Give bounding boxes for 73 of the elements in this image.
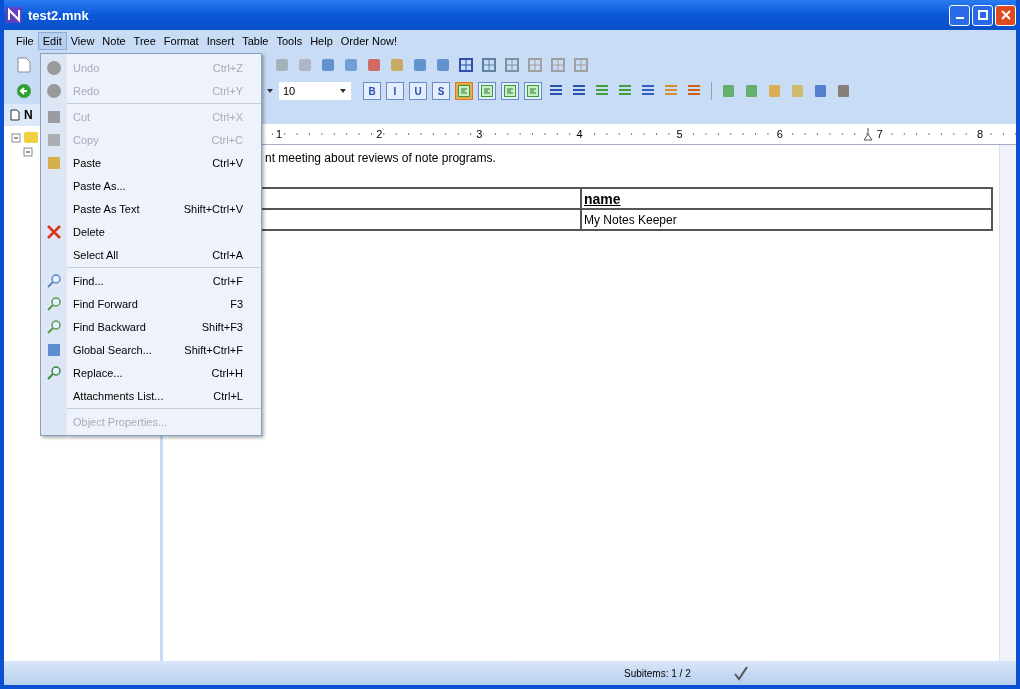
square-icon[interactable] xyxy=(836,83,852,99)
maximize-icon xyxy=(977,10,988,20)
menu-item[interactable]: Format xyxy=(159,33,203,49)
copy-icon xyxy=(46,131,62,148)
app-logo-icon xyxy=(6,7,22,23)
menu-item[interactable]: Note xyxy=(98,33,130,49)
align-icon xyxy=(504,85,516,97)
align-button[interactable] xyxy=(501,82,519,100)
vertical-scrollbar[interactable] xyxy=(999,145,1016,661)
cross-icon xyxy=(46,223,62,240)
ruler-number: 3 xyxy=(475,128,484,140)
font-size-field[interactable]: 10 xyxy=(279,82,351,100)
page-icon[interactable] xyxy=(17,57,31,73)
table-header-cell: name xyxy=(581,188,992,209)
ruler-number: 4 xyxy=(575,128,584,140)
dropdown-caret-icon xyxy=(339,87,347,95)
align-button[interactable] xyxy=(524,82,542,100)
ruler-number: 2 xyxy=(375,128,384,140)
ruler-number: 8 xyxy=(975,128,984,140)
minimize-button[interactable] xyxy=(949,4,970,26)
ruler-number: 1 xyxy=(275,128,284,140)
magnifier-icon xyxy=(46,295,62,312)
menu-item[interactable]: Order Now! xyxy=(336,33,402,49)
table-cell: My Notes Keeper xyxy=(581,209,992,230)
menu-item[interactable]: View xyxy=(66,33,99,49)
menu-item[interactable]: Edit xyxy=(37,32,67,50)
square-icon[interactable] xyxy=(721,83,737,99)
square-icon[interactable] xyxy=(813,83,829,99)
square-icon[interactable] xyxy=(435,57,451,73)
align-button[interactable] xyxy=(478,82,496,100)
square-icon[interactable] xyxy=(366,57,382,73)
square-icon[interactable] xyxy=(343,57,359,73)
menu-item[interactable]: File xyxy=(12,33,38,49)
square-icon[interactable] xyxy=(412,57,428,73)
close-button[interactable] xyxy=(995,4,1016,26)
menu-item[interactable]: Insert xyxy=(202,33,239,49)
align-icon xyxy=(458,85,470,97)
grid-icon[interactable] xyxy=(481,57,497,73)
square-icon[interactable] xyxy=(767,83,783,99)
grid-icon[interactable] xyxy=(458,57,474,73)
menu-item[interactable]: Tree xyxy=(129,33,160,49)
square-icon[interactable] xyxy=(297,57,313,73)
close-icon xyxy=(1000,10,1011,20)
ruler-number: 6 xyxy=(775,128,784,140)
format-button[interactable]: B xyxy=(363,82,381,100)
magnifier-icon xyxy=(46,318,62,335)
format-button[interactable]: I xyxy=(386,82,404,100)
grid-icon[interactable] xyxy=(504,57,520,73)
dropdown-caret-icon xyxy=(266,87,274,95)
menu-item[interactable]: Tools xyxy=(272,33,307,49)
minimize-icon xyxy=(955,17,964,19)
magnifier-icon xyxy=(46,272,62,289)
ruler-number: 7 xyxy=(875,128,884,140)
square-icon[interactable] xyxy=(274,57,290,73)
magnifier-icon xyxy=(46,364,62,381)
align-icon xyxy=(481,85,493,97)
subitems-count: Subitems: 1 / 2 xyxy=(624,667,691,679)
menu-item[interactable]: Table xyxy=(238,33,273,49)
note-text: nt meeting about reviews of note programs. xyxy=(265,151,497,165)
square-icon[interactable] xyxy=(389,57,405,73)
align-button[interactable] xyxy=(455,82,473,100)
square-icon[interactable] xyxy=(790,83,806,99)
format-button[interactable]: U xyxy=(409,82,427,100)
menu-item[interactable]: Help xyxy=(306,33,337,49)
format-button[interactable]: S xyxy=(432,82,450,100)
indent-marker-icon[interactable] xyxy=(863,127,873,141)
ruler-number: 5 xyxy=(675,128,684,140)
window-title: test2.mnk xyxy=(28,7,89,23)
align-icon xyxy=(527,85,539,97)
maximize-button[interactable] xyxy=(972,4,993,26)
square-icon[interactable] xyxy=(320,57,336,73)
square-icon[interactable] xyxy=(744,83,760,99)
page-icon xyxy=(10,109,20,121)
